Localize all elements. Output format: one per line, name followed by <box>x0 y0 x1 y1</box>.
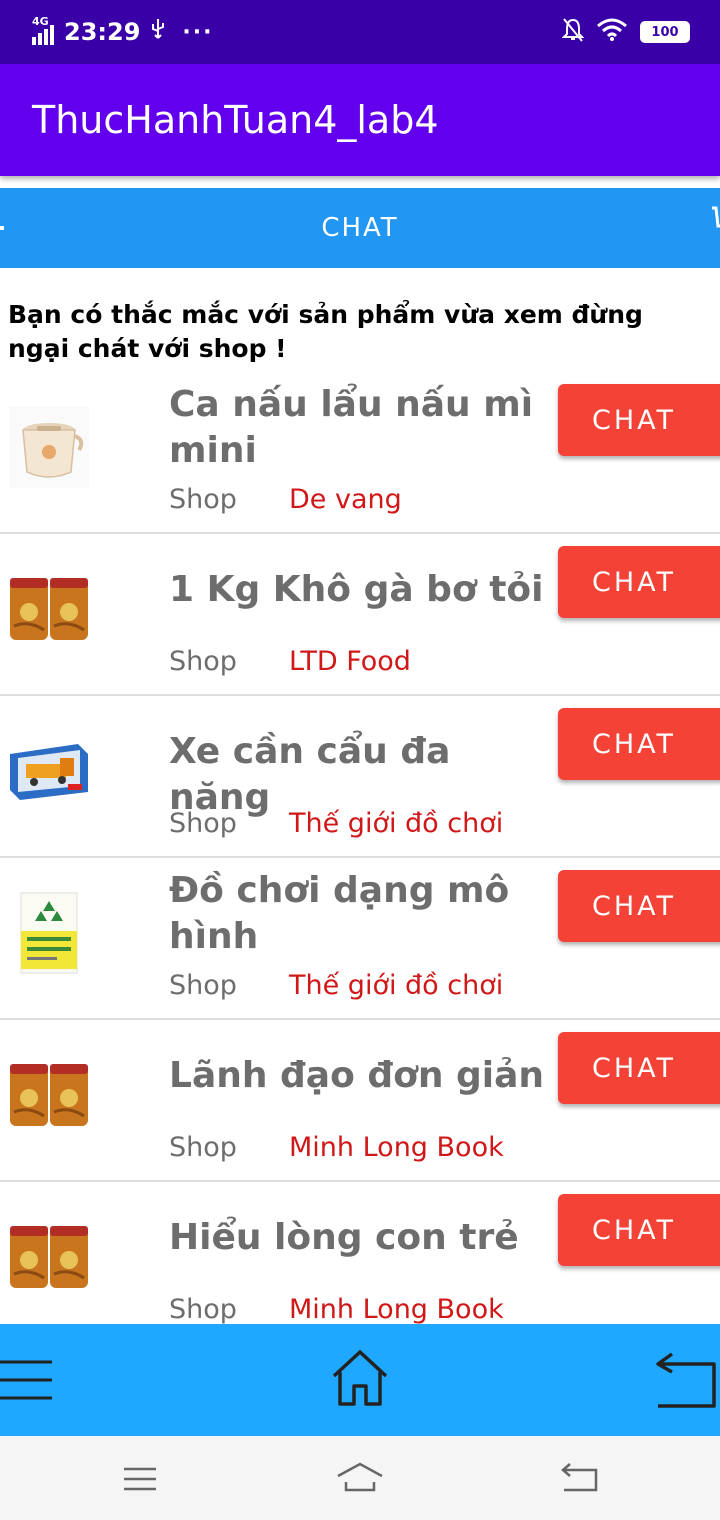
notifications-off-icon <box>561 17 585 47</box>
shop-name[interactable]: Minh Long Book <box>289 1132 504 1163</box>
battery-icon: 100 <box>640 21 690 43</box>
jar-image <box>8 1212 90 1302</box>
system-nav <box>0 1436 720 1520</box>
list-item: Đồ chơi dạng mô hình Shop Thế giới đồ ch… <box>0 858 720 1020</box>
battery-level: 100 <box>651 24 679 40</box>
chat-button[interactable]: CHAT <box>558 384 720 456</box>
product-list: Ca nấu lẩu nấu mì mini Shop De vang CHAT… <box>0 372 720 1344</box>
wifi-icon <box>596 18 628 46</box>
shop-label: Shop <box>169 646 237 677</box>
chat-button[interactable]: CHAT <box>558 870 720 942</box>
status-bar: 4G 23:29 ··· 100 <box>0 0 720 64</box>
status-right: 100 <box>561 16 690 48</box>
shop-name[interactable]: Minh Long Book <box>289 1294 504 1325</box>
usb-icon <box>150 18 166 46</box>
shop-label: Shop <box>169 484 237 515</box>
toy-truck-image <box>8 726 90 816</box>
shop-name[interactable]: Thế giới đồ chơi <box>289 808 503 839</box>
chat-header[interactable]: CHAT <box>0 188 720 268</box>
chat-button[interactable]: CHAT <box>558 1194 720 1266</box>
chat-button[interactable]: CHAT <box>558 708 720 780</box>
list-item: Lãnh đạo đơn giản Shop Minh Long Book CH… <box>0 1020 720 1182</box>
shop-label: Shop <box>169 808 237 839</box>
chat-button[interactable]: CHAT <box>558 1032 720 1104</box>
pot-image <box>8 402 90 492</box>
chat-button[interactable]: CHAT <box>558 546 720 618</box>
network-type: 4G <box>32 15 49 28</box>
list-item: Ca nấu lẩu nấu mì mini Shop De vang CHAT <box>0 372 720 534</box>
menu-icon[interactable] <box>122 1466 158 1492</box>
product-title[interactable]: Hiểu lòng con trẻ <box>169 1215 549 1261</box>
list-item: Hiểu lòng con trẻ Shop Minh Long Book CH… <box>0 1182 720 1344</box>
bottom-nav <box>0 1324 720 1436</box>
shop-label: Shop <box>169 1132 237 1163</box>
product-title[interactable]: Ca nấu lẩu nấu mì mini <box>169 382 549 474</box>
app-bar: ThucHanhTuan4_lab4 <box>0 64 720 176</box>
header-edge-mark <box>0 226 4 230</box>
home-icon[interactable] <box>336 1460 384 1494</box>
app-title: ThucHanhTuan4_lab4 <box>32 98 439 142</box>
shop-name[interactable]: Thế giới đồ chơi <box>289 970 503 1001</box>
book-image <box>8 888 90 978</box>
shop-name[interactable]: LTD Food <box>289 646 411 677</box>
list-item: 1 Kg Khô gà bơ tỏi Shop LTD Food CHAT <box>0 534 720 696</box>
menu-icon[interactable] <box>0 1358 56 1402</box>
shop-name[interactable]: De vang <box>289 484 402 515</box>
home-icon[interactable] <box>330 1348 390 1408</box>
chat-header-label: CHAT <box>321 213 399 243</box>
back-icon[interactable] <box>652 1350 720 1410</box>
cart-icon[interactable] <box>710 206 720 232</box>
status-left: 4G 23:29 ··· <box>32 15 214 48</box>
clock: 23:29 <box>64 18 141 46</box>
list-item: Xe cần cẩu đa năng Shop Thế giới đồ chơi… <box>0 696 720 858</box>
intro-text: Bạn có thắc mắc với sản phẩm vừa xem đừn… <box>8 300 643 363</box>
back-icon[interactable] <box>560 1462 600 1494</box>
shop-label: Shop <box>169 970 237 1001</box>
shop-label: Shop <box>169 1294 237 1325</box>
product-title[interactable]: 1 Kg Khô gà bơ tỏi <box>169 567 549 613</box>
product-title[interactable]: Lãnh đạo đơn giản <box>169 1053 549 1099</box>
signal-icon: 4G <box>32 15 54 45</box>
product-title[interactable]: Đồ chơi dạng mô hình <box>169 868 549 960</box>
more-dots-icon: ··· <box>182 19 214 45</box>
jar-image <box>8 564 90 654</box>
jar-image <box>8 1050 90 1140</box>
